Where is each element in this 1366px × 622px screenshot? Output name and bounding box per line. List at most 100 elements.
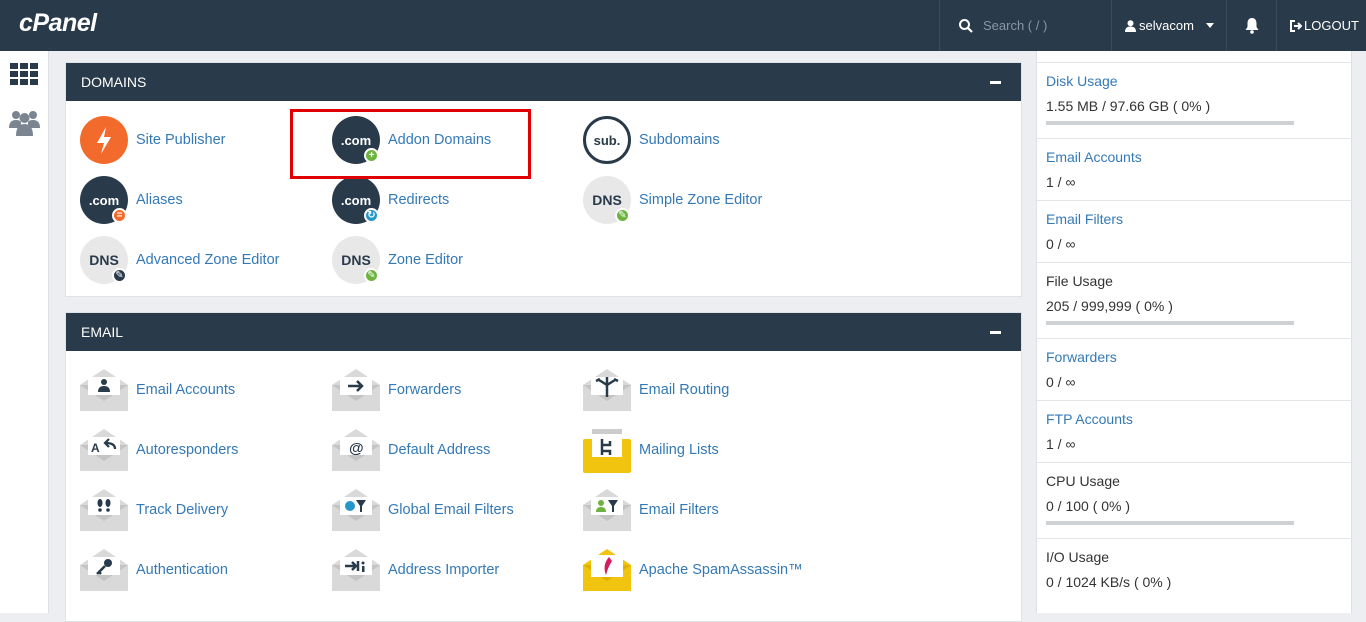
email-filters-link[interactable]: Email Filters <box>582 485 719 535</box>
address-importer-icon <box>331 545 381 595</box>
authentication-link[interactable]: Authentication <box>79 545 228 595</box>
forwarders-label: Forwarders <box>388 382 462 398</box>
stat-value: 0 / 1024 KB/s ( 0% ) <box>1046 574 1172 590</box>
collapse-icon[interactable] <box>990 81 1001 84</box>
subdomains-icon: sub. <box>582 115 632 165</box>
stat-value: 0 / ∞ <box>1046 236 1076 252</box>
email-panel-header[interactable]: EMAIL <box>66 313 1021 351</box>
email-routing-link[interactable]: Email Routing <box>582 365 729 415</box>
statistics-sidebar: Disk Usage 1.55 MB / 97.66 GB ( 0% ) Ema… <box>1036 51 1353 613</box>
autoresponders-label: Autoresponders <box>136 442 239 458</box>
stat-io-usage: I/O Usage 0 / 1024 KB/s ( 0% ) <box>1037 538 1353 613</box>
aliases-link[interactable]: .com = Aliases <box>79 175 183 225</box>
authentication-label: Authentication <box>136 562 228 578</box>
domains-panel-header[interactable]: DOMAINS <box>66 63 1021 101</box>
usage-bar <box>1046 521 1294 525</box>
chevron-down-icon <box>1205 23 1214 28</box>
site-publisher-icon <box>79 115 129 165</box>
default-address-link[interactable]: @ Default Address <box>331 425 490 475</box>
simple-zone-editor-label: Simple Zone Editor <box>639 192 763 208</box>
subdomains-label: Subdomains <box>639 132 720 148</box>
autoresponders-link[interactable]: A Autoresponders <box>79 425 238 475</box>
stat-value: 1 / ∞ <box>1046 174 1076 190</box>
search-box[interactable] <box>939 0 1111 51</box>
stat-value: 1.55 MB / 97.66 GB ( 0% ) <box>1046 98 1211 114</box>
global-email-filters-link[interactable]: Global Email Filters <box>331 485 514 535</box>
search-icon <box>959 18 973 33</box>
advanced-zone-editor-icon: DNS ✎ <box>79 235 129 285</box>
stat-email-filters: Email Filters 0 / ∞ <box>1037 200 1353 262</box>
zone-editor-link[interactable]: DNS ✎ Zone Editor <box>331 235 463 285</box>
email-filters-label: Email Filters <box>639 502 719 518</box>
stat-title[interactable]: Email Accounts <box>1046 149 1142 165</box>
mailing-lists-label: Mailing Lists <box>639 442 719 458</box>
aliases-label: Aliases <box>136 192 183 208</box>
advanced-zone-editor-label: Advanced Zone Editor <box>136 252 280 268</box>
simple-zone-editor-icon: DNS ✎ <box>582 175 632 225</box>
logout-icon <box>1290 19 1302 32</box>
notifications-button[interactable] <box>1226 0 1276 51</box>
email-routing-label: Email Routing <box>639 382 730 398</box>
stat-title: I/O Usage <box>1046 549 1110 565</box>
email-accounts-label: Email Accounts <box>136 382 236 398</box>
search-input[interactable] <box>983 18 1103 33</box>
address-importer-label: Address Importer <box>388 562 500 578</box>
usage-bar <box>1046 121 1294 125</box>
stat-title[interactable]: FTP Accounts <box>1046 411 1133 427</box>
track-delivery-label: Track Delivery <box>136 502 229 518</box>
email-accounts-link[interactable]: Email Accounts <box>79 365 235 415</box>
redirects-icon: .com ↻ <box>331 175 381 225</box>
address-importer-link[interactable]: Address Importer <box>331 545 499 595</box>
stat-disk-usage: Disk Usage 1.55 MB / 97.66 GB ( 0% ) <box>1037 62 1353 138</box>
aliases-icon: .com = <box>79 175 129 225</box>
global-email-filters-icon <box>331 485 381 535</box>
simple-zone-editor-link[interactable]: DNS ✎ Simple Zone Editor <box>582 175 762 225</box>
logout-label: LOGOUT <box>1304 18 1359 33</box>
site-publisher-link[interactable]: Site Publisher <box>79 115 225 165</box>
bell-icon <box>1245 18 1258 34</box>
stat-value: 205 / 999,999 ( 0% ) <box>1046 298 1173 314</box>
forwarders-link[interactable]: Forwarders <box>331 365 461 415</box>
mailing-lists-link[interactable]: Mailing Lists <box>582 425 719 475</box>
default-address-label: Default Address <box>388 442 491 458</box>
svg-text:A: A <box>91 441 100 455</box>
stat-value: 0 / 100 ( 0% ) <box>1046 498 1131 514</box>
svg-text:@: @ <box>349 440 364 457</box>
domains-panel-title: DOMAINS <box>81 74 147 90</box>
stat-title[interactable]: Email Filters <box>1046 211 1123 227</box>
zone-editor-label: Zone Editor <box>388 252 463 268</box>
logout-button[interactable]: LOGOUT <box>1276 0 1366 51</box>
track-delivery-icon <box>79 485 129 535</box>
zone-editor-icon: DNS ✎ <box>331 235 381 285</box>
stat-title[interactable]: Forwarders <box>1046 349 1117 365</box>
email-filters-icon <box>582 485 632 535</box>
site-publisher-label: Site Publisher <box>136 132 226 148</box>
forwarders-icon <box>331 365 381 415</box>
apps-grid-icon[interactable] <box>10 63 39 85</box>
global-email-filters-label: Global Email Filters <box>388 502 514 518</box>
stat-value: 1 / ∞ <box>1046 436 1076 452</box>
advanced-zone-editor-link[interactable]: DNS ✎ Advanced Zone Editor <box>79 235 279 285</box>
stat-title: File Usage <box>1046 273 1113 289</box>
subdomains-link[interactable]: sub. Subdomains <box>582 115 720 165</box>
redirects-link[interactable]: .com ↻ Redirects <box>331 175 449 225</box>
track-delivery-link[interactable]: Track Delivery <box>79 485 228 535</box>
left-rail <box>0 51 49 613</box>
users-icon[interactable] <box>9 108 40 136</box>
stat-value: 0 / ∞ <box>1046 374 1076 390</box>
stat-ftp-accounts: FTP Accounts 1 / ∞ <box>1037 400 1353 462</box>
stat-title[interactable]: Disk Usage <box>1046 73 1118 89</box>
mailing-lists-icon <box>582 425 632 475</box>
username-label: selvacom <box>1139 18 1194 33</box>
default-address-icon: @ <box>331 425 381 475</box>
email-panel-title: EMAIL <box>81 324 124 340</box>
apache-spamassassin-label: Apache SpamAssassin™ <box>639 562 803 578</box>
collapse-icon[interactable] <box>990 331 1001 334</box>
spamassassin-icon <box>582 545 632 595</box>
apache-spamassassin-link[interactable]: Apache SpamAssassin™ <box>582 545 803 595</box>
user-menu[interactable]: selvacom <box>1111 0 1226 51</box>
redirects-label: Redirects <box>388 192 450 208</box>
stat-forwarders: Forwarders 0 / ∞ <box>1037 338 1353 400</box>
stat-title: CPU Usage <box>1046 473 1120 489</box>
cpanel-logo[interactable]: cPanel <box>19 9 97 38</box>
